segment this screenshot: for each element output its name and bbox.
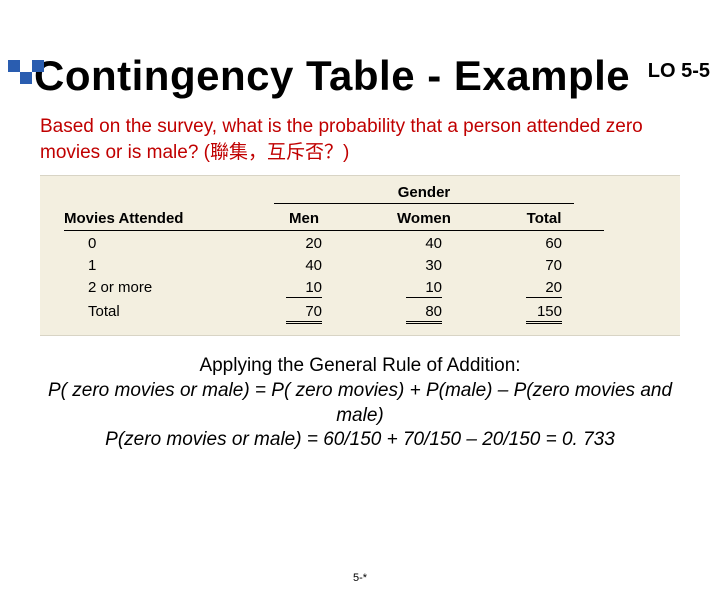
col-header-men: Men xyxy=(244,206,364,231)
cell: 30 xyxy=(364,253,484,275)
cell: 60 xyxy=(484,231,604,253)
row-total-label: Total xyxy=(64,299,244,325)
slide-number: 5-* xyxy=(0,572,720,584)
learning-objective: LO 5-5 xyxy=(648,60,710,83)
slide-title: Contingency Table - Example xyxy=(34,52,720,100)
cell: 70 xyxy=(484,253,604,275)
cell: 20 xyxy=(244,231,364,253)
cell-total: 70 xyxy=(244,299,364,325)
cell: 40 xyxy=(364,231,484,253)
col-header-women: Women xyxy=(364,206,484,231)
explanation: Applying the General Rule of Addition: P… xyxy=(40,354,680,453)
explain-line-2: P( zero movies or male) = P( zero movies… xyxy=(40,379,680,428)
cell-total: 80 xyxy=(364,299,484,325)
group-header: Gender xyxy=(274,184,574,204)
cell: 10 xyxy=(244,275,364,299)
cell: 20 xyxy=(484,275,604,299)
question-prompt: Based on the survey, what is the probabi… xyxy=(40,114,680,165)
explain-line-1: Applying the General Rule of Addition: xyxy=(40,354,680,379)
col-header-total: Total xyxy=(484,206,604,231)
cell: 10 xyxy=(364,275,484,299)
row-label: 1 xyxy=(64,253,244,275)
cell-total: 150 xyxy=(484,299,604,325)
brand-logo xyxy=(8,60,52,94)
row-axis-header: Movies Attended xyxy=(64,206,244,231)
explain-line-3: P(zero movies or male) = 60/150 + 70/150… xyxy=(40,428,680,453)
contingency-table: Gender Movies Attended Men Women Total 0… xyxy=(40,175,680,336)
cell: 40 xyxy=(244,253,364,275)
row-label: 0 xyxy=(64,231,244,253)
row-label: 2 or more xyxy=(64,275,244,299)
